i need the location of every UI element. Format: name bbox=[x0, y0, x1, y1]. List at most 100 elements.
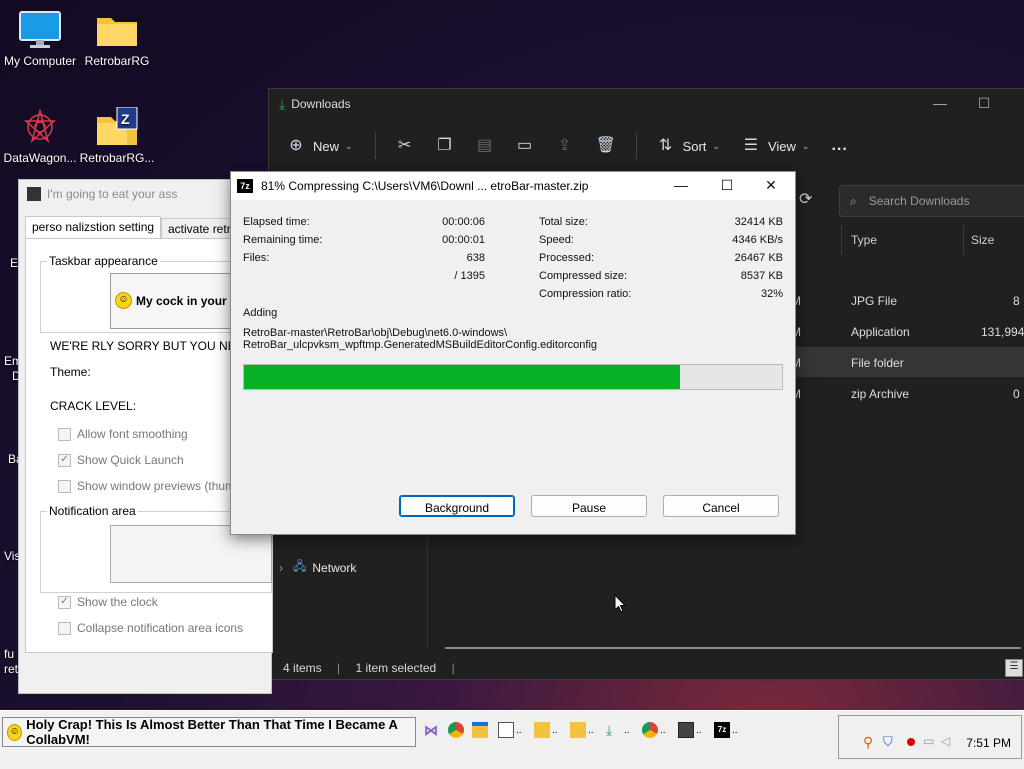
folder-icon bbox=[95, 10, 139, 50]
file-type: Application bbox=[851, 325, 910, 339]
desktop-icon-retrobarrg-zip[interactable]: Z RetrobarRG... bbox=[77, 106, 157, 165]
taskbar-app-button[interactable]: .. bbox=[498, 717, 528, 743]
stat-value: 00:00:01 bbox=[442, 234, 485, 246]
pause-button[interactable]: Pause bbox=[531, 495, 647, 517]
desktop-icon-datawagon[interactable]: DataWagon... bbox=[0, 107, 80, 165]
new-button[interactable]: ⊕ New ⌄ bbox=[287, 137, 352, 155]
status-separator: | bbox=[337, 661, 341, 675]
network-icon[interactable]: ▭ bbox=[923, 734, 934, 748]
stat-value: 32414 KB bbox=[734, 216, 783, 228]
checkbox-quick-launch[interactable]: ✓ Show Quick Launch bbox=[58, 453, 184, 467]
checkbox-box-checked: ✓ bbox=[58, 453, 71, 467]
taskbar-app-button[interactable]: 7z.. bbox=[714, 717, 744, 743]
checkbox-font-smoothing[interactable]: Allow font smoothing bbox=[58, 427, 188, 441]
tab-activate[interactable]: activate retr bbox=[161, 218, 237, 240]
delete-button[interactable]: 🗑 bbox=[596, 137, 616, 155]
stat-label: Speed: bbox=[539, 234, 574, 246]
taskbar-app-button[interactable]: .. bbox=[570, 717, 600, 743]
datawagon-icon bbox=[18, 107, 62, 147]
taskbar: ☺ Holy Crap! This Is Almost Better Than … bbox=[0, 710, 1024, 769]
checkbox-show-clock[interactable]: ✓ Show the clock bbox=[58, 595, 158, 609]
nav-item-network[interactable]: › 🖧 Network bbox=[279, 557, 356, 578]
compression-progress-bar bbox=[243, 364, 783, 390]
minimize-button[interactable]: — bbox=[925, 95, 955, 111]
details-view-icon[interactable]: ☰ bbox=[1005, 659, 1023, 677]
taskbar-app-button[interactable]: ⤓.. bbox=[606, 717, 636, 743]
stat-label: Compressed size: bbox=[539, 270, 628, 282]
column-header-size[interactable]: Size bbox=[971, 233, 994, 247]
taskbar-app-button[interactable]: .. bbox=[678, 717, 708, 743]
cancel-button[interactable]: Cancel bbox=[663, 495, 779, 517]
stat-value: / 1395 bbox=[454, 270, 485, 282]
horizontal-scrollbar[interactable] bbox=[445, 647, 1021, 649]
checkbox-collapse-icons[interactable]: Collapse notification area icons bbox=[58, 621, 243, 635]
7zip-icon: 7z bbox=[237, 179, 253, 193]
stat-label: Compression ratio: bbox=[539, 288, 632, 300]
copy-button[interactable]: ❐ bbox=[436, 137, 454, 155]
record-icon[interactable] bbox=[907, 738, 915, 746]
desktop-icon-label: DataWagon... bbox=[3, 151, 77, 165]
desktop-icon-label: RetrobarRG... bbox=[79, 151, 155, 165]
share-icon: ⇪ bbox=[557, 137, 572, 154]
stat-value: 32% bbox=[760, 288, 783, 300]
monitor-icon bbox=[18, 10, 62, 50]
column-header-type[interactable]: Type bbox=[851, 233, 877, 247]
search-input[interactable]: ⌕ Search Downloads bbox=[839, 185, 1024, 217]
checkbox-box bbox=[58, 427, 71, 441]
maximize-button[interactable]: ☐ bbox=[707, 177, 747, 194]
view-button[interactable]: ☰ View ⌄ bbox=[742, 137, 810, 155]
checkbox-label: Show Quick Launch bbox=[77, 453, 184, 467]
taskbar-app-label: .. bbox=[732, 724, 738, 736]
nav-pane-divider[interactable] bbox=[427, 529, 428, 649]
taskbar-app-button[interactable]: .. bbox=[534, 717, 564, 743]
file-size: 131,994 bbox=[981, 325, 1024, 339]
more-options-button[interactable]: ... bbox=[831, 137, 847, 155]
refresh-icon[interactable]: ⟳ bbox=[799, 189, 812, 209]
search-icon[interactable]: ⚲ bbox=[863, 734, 873, 751]
shield-icon[interactable]: ⛉ bbox=[883, 734, 893, 750]
visual-studio-icon: ⋈ bbox=[424, 722, 438, 738]
taskbar-app-label: .. bbox=[588, 724, 594, 736]
toolbar-separator bbox=[635, 133, 637, 159]
system-tray: ⚲ ⛉ ▭ ◁ 7:51 PM bbox=[838, 715, 1022, 759]
stat-label: Files: bbox=[243, 252, 270, 264]
smiley-icon: ☺ bbox=[7, 723, 23, 741]
clock[interactable]: 7:51 PM bbox=[966, 736, 1011, 750]
paste-button[interactable]: ▤ bbox=[476, 137, 494, 155]
checkbox-window-previews[interactable]: Show window previews (thuml bbox=[58, 479, 238, 493]
column-divider[interactable] bbox=[841, 225, 842, 255]
desktop-icon-retrobarrg[interactable]: RetrobarRG bbox=[77, 10, 157, 68]
minimize-button[interactable]: — bbox=[661, 177, 701, 193]
stat-label: Total size: bbox=[539, 216, 588, 228]
stat-label: Elapsed time: bbox=[243, 216, 310, 228]
search-placeholder: Search Downloads bbox=[868, 194, 970, 208]
sort-button[interactable]: ⇅ Sort ⌄ bbox=[657, 137, 720, 155]
volume-icon[interactable]: ◁ bbox=[941, 734, 950, 748]
checkbox-box-checked: ✓ bbox=[58, 595, 71, 609]
taskbar-app-button[interactable]: .. bbox=[642, 717, 672, 743]
start-button[interactable]: ☺ Holy Crap! This Is Almost Better Than … bbox=[2, 717, 416, 747]
taskbar-app-label: .. bbox=[516, 724, 522, 736]
cut-button[interactable]: ✂ bbox=[396, 137, 414, 155]
view-icon: ☰ bbox=[743, 137, 759, 154]
checkbox-label: Show the clock bbox=[77, 595, 158, 609]
folder-icon bbox=[534, 722, 550, 738]
background-button[interactable]: Background bbox=[399, 495, 515, 517]
maximize-button[interactable]: ☐ bbox=[969, 95, 999, 112]
share-button[interactable]: ⇪ bbox=[556, 137, 574, 155]
desktop-icon-my-computer[interactable]: My Computer bbox=[0, 10, 80, 68]
taskbar-app-label: .. bbox=[552, 724, 558, 736]
column-divider[interactable] bbox=[963, 225, 964, 255]
tab-personalization[interactable]: perso nalizstion setting bbox=[25, 216, 162, 240]
7zip-progress-dialog: 7z 81% Compressing C:\Users\VM6\Downl ..… bbox=[230, 171, 796, 535]
desktop-edge-label: ret bbox=[4, 662, 19, 676]
network-icon: 🖧 bbox=[293, 559, 307, 573]
close-button[interactable]: ✕ bbox=[751, 177, 791, 194]
explorer-titlebar[interactable]: ⤓ Downloads bbox=[269, 89, 1024, 119]
checkbox-box bbox=[58, 479, 71, 493]
status-bar: 4 items | 1 item selected | bbox=[283, 661, 467, 675]
more-label: ... bbox=[831, 137, 848, 154]
rename-button[interactable]: ▭ bbox=[516, 137, 534, 155]
stat-value: 26467 KB bbox=[734, 252, 783, 264]
explorer-title: Downloads bbox=[291, 97, 351, 111]
